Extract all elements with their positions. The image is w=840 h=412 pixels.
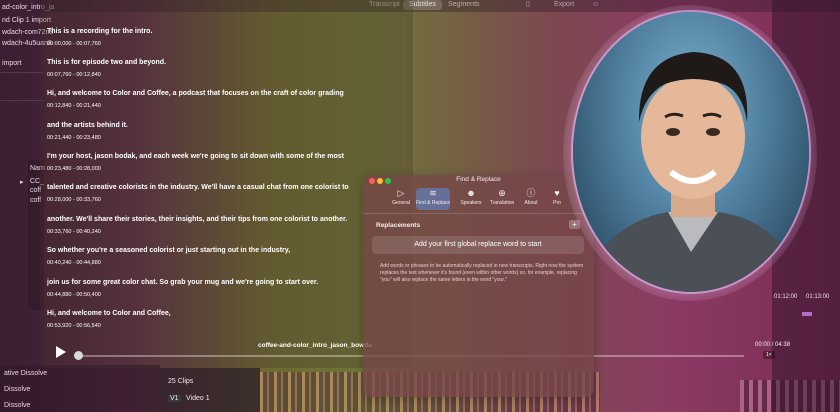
- browser-item[interactable]: import: [2, 60, 21, 67]
- transcript-segment[interactable]: So whether you're a seasoned colorist or…: [47, 247, 290, 266]
- effects-panel: ative Dissolve Dissolve Dissolve: [0, 365, 160, 412]
- transcript-segment[interactable]: Hi, and welcome to Color and Coffee, 00:5…: [47, 310, 171, 329]
- host-photo-illustration: [593, 52, 791, 292]
- transcript-segment[interactable]: I'm your host, jason bodak, and each wee…: [47, 153, 344, 172]
- effect-item[interactable]: Dissolve: [4, 402, 30, 409]
- playback-speed[interactable]: 1×: [763, 351, 775, 359]
- toolbar-divider: [363, 213, 594, 214]
- browser-panel: ad-color_intro_ja nd Clip 1 import wdach…: [0, 0, 54, 412]
- tool-general[interactable]: ▷ General: [384, 188, 418, 210]
- timeline-marker[interactable]: [802, 312, 812, 316]
- tool-speakers[interactable]: ☻ Speakers: [454, 188, 488, 210]
- transcript-segment[interactable]: This is for episode two and beyond. 00:07…: [47, 59, 166, 78]
- transcript-segment[interactable]: This is a recording for the intro. 00:00,…: [47, 28, 152, 47]
- waveform-icon: ≋: [429, 188, 437, 198]
- tool-find-replace[interactable]: ≋ Find & Replace: [416, 188, 450, 210]
- speakers-icon: ☻: [466, 188, 476, 198]
- add-first-word-button[interactable]: Add your first global replace word to st…: [372, 236, 584, 254]
- folder-icon: ▸: [20, 179, 24, 186]
- transcript-segment[interactable]: and the artists behind it. 00:21,440 - 00…: [47, 122, 128, 141]
- track-badge[interactable]: V1: [168, 395, 181, 402]
- track-name: Video 1: [186, 395, 210, 402]
- effect-item[interactable]: Dissolve: [4, 386, 30, 393]
- transcript-segment[interactable]: Hi, and welcome to Color and Coffee, a p…: [47, 90, 344, 109]
- transcript-segment[interactable]: join us for some great color chat. So gr…: [47, 279, 318, 298]
- export-button[interactable]: Export: [548, 0, 580, 10]
- timeline-time: 01:13:00: [806, 294, 830, 300]
- replacements-heading: Replacements: [376, 222, 421, 229]
- transcript-segment[interactable]: talented and creative colorists in the i…: [47, 184, 349, 203]
- host-portrait: [573, 12, 809, 292]
- dialog-title: Find & Replace: [456, 176, 501, 183]
- playhead-scrubber[interactable]: [74, 351, 83, 360]
- general-icon: ▷: [397, 188, 405, 198]
- timeline-time: 01:12:00: [774, 294, 798, 300]
- timecode: 00:00 / 04:38: [755, 342, 791, 348]
- replacements-description: Add words or phrases to be automatically…: [380, 263, 584, 283]
- tab-segments[interactable]: Segments: [442, 0, 486, 10]
- transcript-segment[interactable]: another. We'll share their stories, thei…: [47, 216, 347, 235]
- play-icon[interactable]: [56, 346, 66, 358]
- timeline-header: 25 Clips V1 Video 1: [160, 368, 260, 412]
- sidebar-icon[interactable]: ▯: [520, 0, 536, 10]
- clips-count: 25 Clips: [168, 378, 194, 385]
- effect-item[interactable]: ative Dissolve: [4, 370, 47, 377]
- media-filename: coffee-and-color_intro_jason_bowda: [258, 342, 372, 349]
- people-icon[interactable]: ☺: [586, 0, 605, 10]
